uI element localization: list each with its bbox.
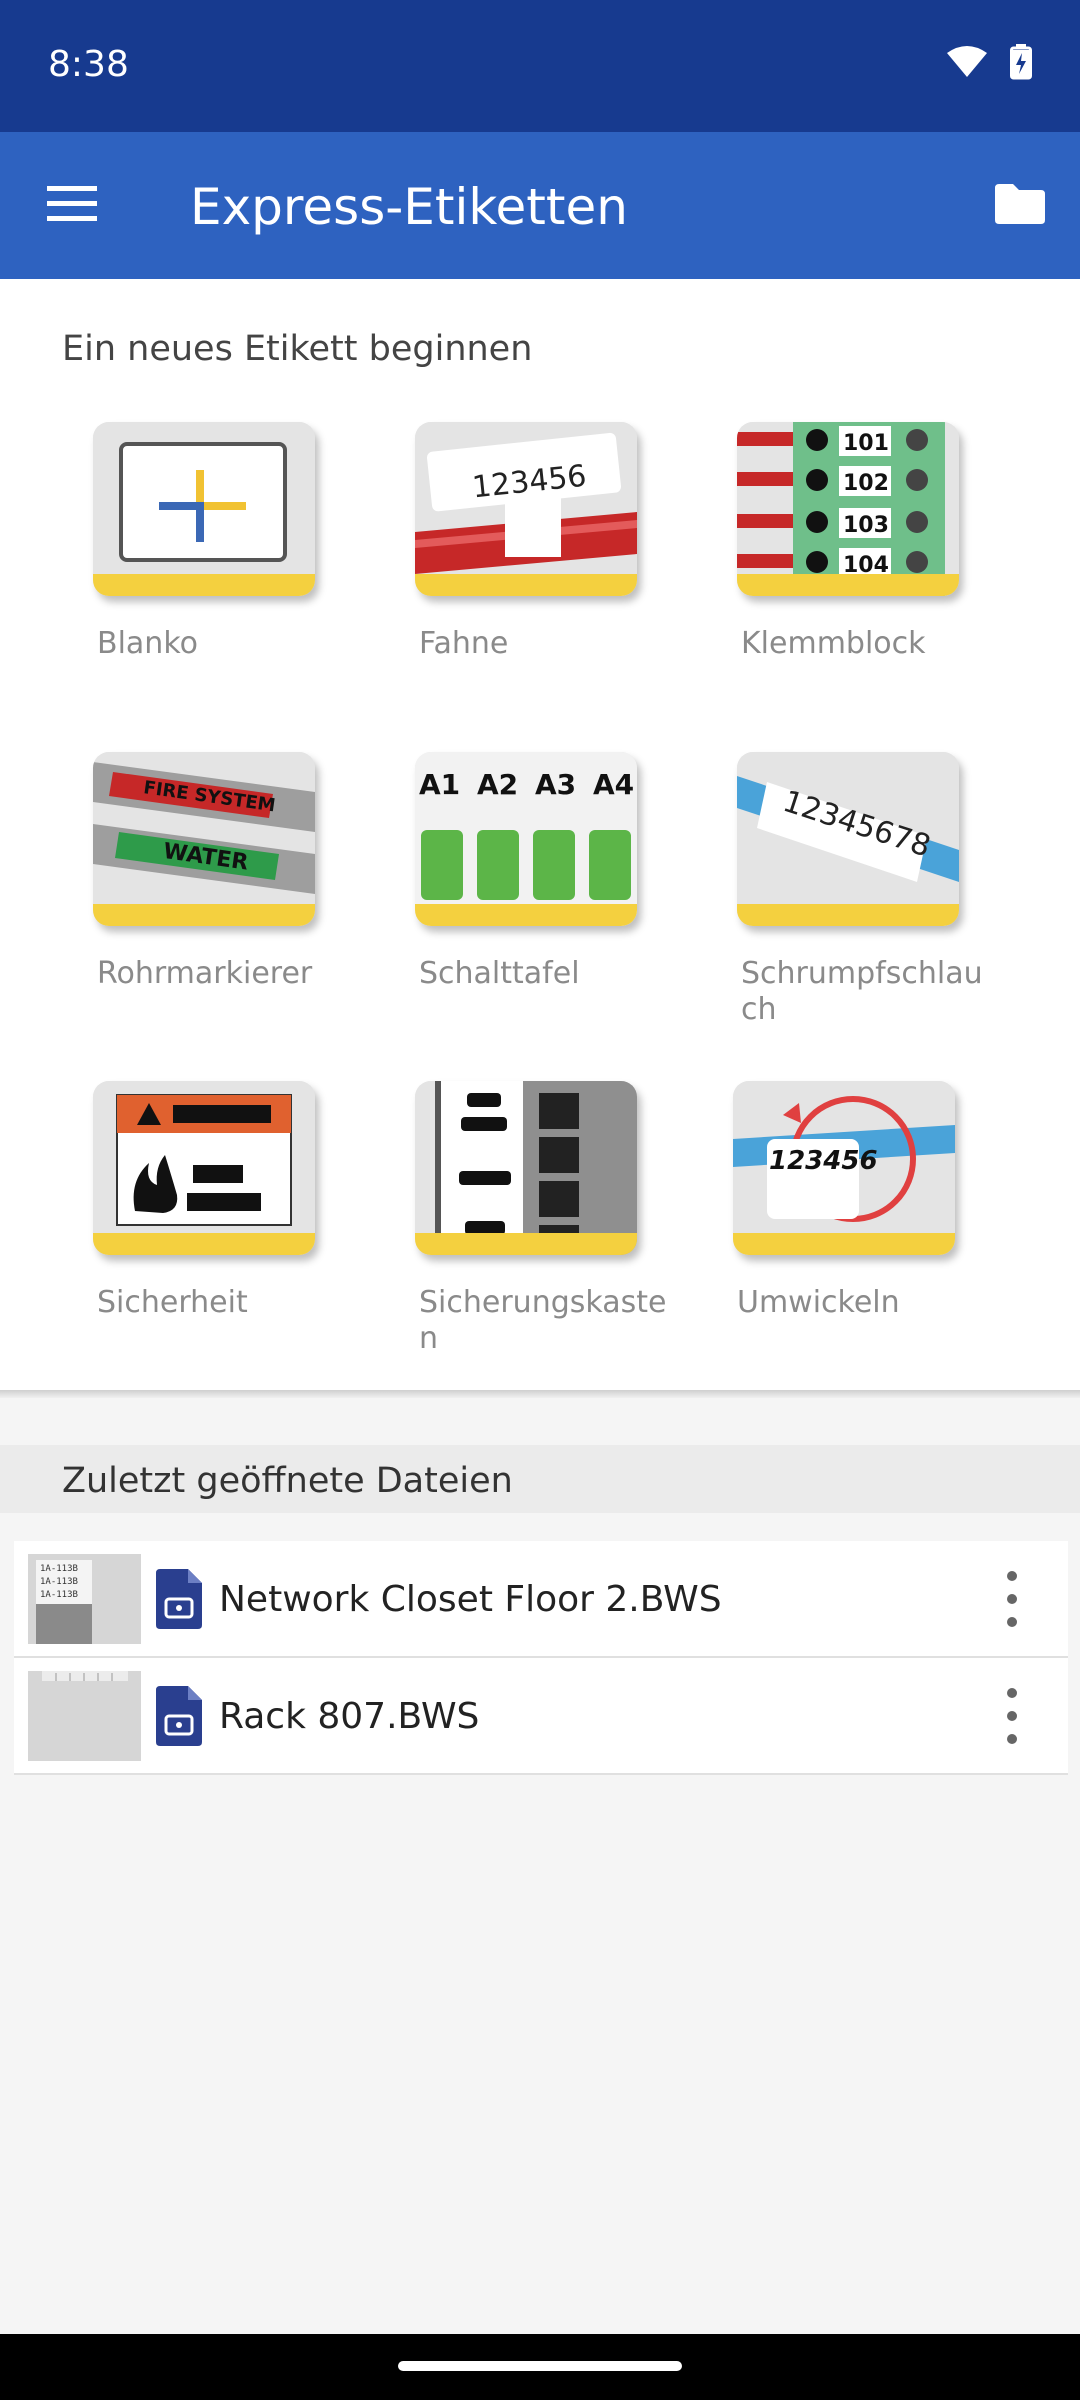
tile-label: Rohrmarkierer [97, 956, 313, 991]
folder-icon [993, 182, 1047, 231]
menu-button[interactable] [40, 174, 104, 238]
terminal-label-3: 103 [843, 513, 889, 538]
wrap-label-image: 123456 [733, 1081, 955, 1255]
terminal-label-2: 102 [843, 471, 889, 496]
thumb-line-3: 1A-113B [40, 1590, 78, 1600]
section-divider [0, 1390, 1080, 1398]
status-icons [946, 44, 1032, 85]
more-vertical-icon[interactable] [1000, 1688, 1024, 1744]
tile-rohrmarkierer[interactable]: FIRE SYSTEM WATER Rohrmarkierer [93, 752, 353, 992]
wrap-label-text: 123456 [769, 1146, 878, 1176]
port-label-a2: A2 [477, 768, 518, 801]
port-label-a1: A1 [419, 768, 460, 801]
heat-shrink-image: 12345678 [737, 752, 959, 926]
flag-label-image: 123456 [415, 422, 637, 596]
tile-label: Sicherheit [97, 1285, 248, 1320]
tile-blanko[interactable]: Blanko [93, 422, 353, 662]
blank-label-image [93, 422, 315, 596]
new-label-section: Ein neues Etikett beginnen Blanko 123456… [0, 279, 1080, 1390]
tile-schalttafel[interactable]: A1 A2 A3 A4 Schalttafel [415, 752, 675, 992]
status-time: 8:38 [48, 44, 129, 85]
file-thumbnail [28, 1671, 141, 1761]
tile-label: Schalttafel [419, 956, 580, 991]
more-vertical-icon[interactable] [1000, 1571, 1024, 1627]
port-label-a4: A4 [593, 768, 634, 801]
file-thumbnail: 1A-113B 1A-113B 1A-113B [28, 1554, 141, 1644]
label-file-icon [156, 1569, 202, 1629]
wifi-icon [946, 45, 988, 84]
tile-label: Blanko [97, 626, 198, 661]
tile-label: Umwickeln [737, 1285, 900, 1320]
terminal-block-image: 101 102 103 104 [737, 422, 959, 596]
tile-label: Fahne [419, 626, 509, 661]
tile-sicherungskasten[interactable]: Sicherungskasten [415, 1081, 675, 1357]
new-label-heading: Ein neues Etikett beginnen [62, 329, 533, 369]
tile-sicherheit[interactable]: Sicherheit [93, 1081, 353, 1321]
tile-fahne[interactable]: 123456 Fahne [415, 422, 675, 662]
tile-label: Klemmblock [741, 626, 926, 661]
app-title: Express-Etiketten [190, 178, 628, 236]
recent-file-item[interactable]: Rack 807.BWS [14, 1658, 1068, 1775]
safety-label-image [93, 1081, 315, 1255]
port-label-a3: A3 [535, 768, 576, 801]
file-name: Rack 807.BWS [219, 1696, 480, 1737]
file-name: Network Closet Floor 2.BWS [219, 1579, 722, 1620]
status-bar: 8:38 [0, 0, 1080, 132]
recent-files-header: Zuletzt geöffnete Dateien [0, 1445, 1080, 1513]
hamburger-icon [47, 185, 97, 227]
battery-charging-icon [1010, 44, 1032, 85]
navigation-bar [0, 2334, 1080, 2400]
open-folder-button[interactable] [988, 174, 1052, 238]
breaker-box-image [415, 1081, 637, 1255]
thumb-line-1: 1A-113B [40, 1564, 78, 1574]
tile-schrumpfschlauch[interactable]: 12345678 Schrumpfschlauch [737, 752, 997, 1028]
recent-file-item[interactable]: 1A-113B 1A-113B 1A-113B Network Closet F… [14, 1541, 1068, 1658]
recent-file-list: 1A-113B 1A-113B 1A-113B Network Closet F… [14, 1541, 1068, 1775]
tile-label: Sicherungskasten [419, 1285, 667, 1356]
tile-umwickeln[interactable]: 123456 Umwickeln [733, 1081, 993, 1321]
app-bar: Express-Etiketten [0, 132, 1080, 279]
tile-klemmblock[interactable]: 101 102 103 104 Klemmblock [737, 422, 997, 662]
terminal-label-1: 101 [843, 431, 889, 456]
home-gesture-handle[interactable] [398, 2361, 682, 2371]
thumb-line-2: 1A-113B [40, 1577, 78, 1587]
patch-panel-image: A1 A2 A3 A4 [415, 752, 637, 926]
tile-label: Schrumpfschlauch [741, 956, 983, 1027]
label-file-icon [156, 1686, 202, 1746]
recent-files-heading: Zuletzt geöffnete Dateien [62, 1461, 513, 1501]
pipe-marker-image: FIRE SYSTEM WATER [93, 752, 315, 926]
